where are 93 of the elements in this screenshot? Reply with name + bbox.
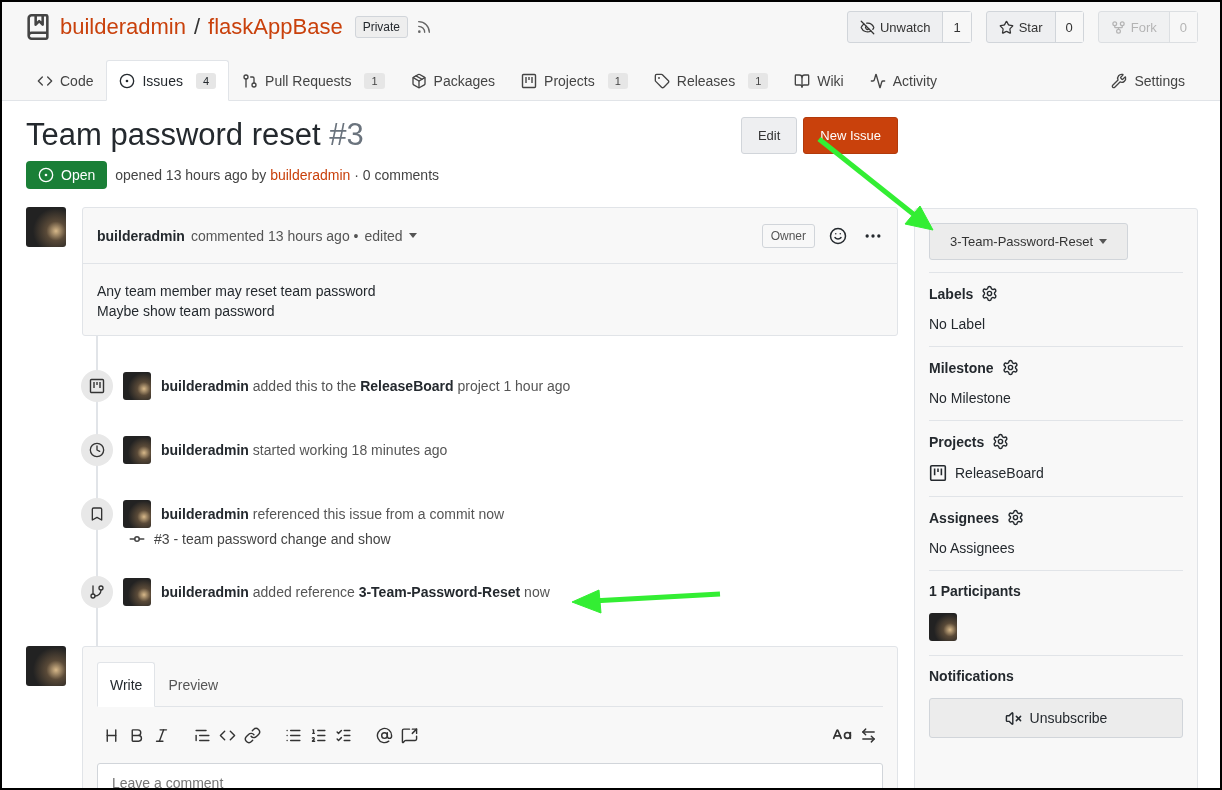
caret-icon xyxy=(408,233,417,238)
count-button[interactable]: 1 xyxy=(942,12,971,42)
board-icon xyxy=(521,72,538,89)
swap-icon[interactable] xyxy=(860,726,877,744)
link-icon[interactable] xyxy=(244,726,261,744)
comment-field[interactable]: Leave a comment xyxy=(97,763,883,788)
count-button[interactable]: 0 xyxy=(1054,12,1083,42)
timeline-event: builderadmin added this to the ReleaseBoard project 1 hour ago xyxy=(161,378,571,394)
nav-tab[interactable]: Issues 4 xyxy=(106,60,230,101)
author-link[interactable]: builderadmin xyxy=(270,167,351,183)
section-title: Notifications xyxy=(929,668,1014,684)
nav-tab[interactable]: Activity xyxy=(856,60,951,101)
owner-link[interactable]: builderadmin xyxy=(60,14,186,40)
numbered-list-icon[interactable] xyxy=(310,726,327,744)
owner-label: Owner xyxy=(761,223,815,248)
avatar-photo xyxy=(26,646,66,686)
book-icon xyxy=(794,72,811,89)
section-title: Labels xyxy=(929,285,974,302)
timeline-event: builderadmin added reference 3-Team-Password-Reset now xyxy=(161,584,550,600)
branch-dropdown[interactable]: 3-Team-Password-Reset xyxy=(929,223,1129,260)
rss-icon[interactable] xyxy=(416,19,432,35)
section-value: No Milestone xyxy=(929,390,1011,406)
issue-title: Team password reset #3 xyxy=(26,117,364,153)
comment-text: Maybe show team password xyxy=(97,302,276,321)
branch-icon xyxy=(89,584,105,600)
project-link[interactable]: ReleaseBoard xyxy=(955,465,1044,481)
wrench-icon xyxy=(1111,72,1128,89)
board-icon xyxy=(929,464,947,482)
nav-tab[interactable]: Pull Requests 1 xyxy=(229,60,398,101)
section-title: 1 Participants xyxy=(929,583,1021,599)
watch-button[interactable]: Unwatch xyxy=(847,12,943,42)
tab-count: 1 xyxy=(364,72,385,89)
visibility-label: Private xyxy=(354,16,408,38)
bookmark-icon xyxy=(89,506,105,522)
settings-icon[interactable] xyxy=(992,433,1010,450)
emoji-icon[interactable] xyxy=(829,226,847,245)
mute-icon xyxy=(1004,709,1022,727)
tab-count: 1 xyxy=(607,72,628,89)
avatar-photo xyxy=(123,578,151,606)
unsubscribe-button[interactable]: Unsubscribe xyxy=(929,698,1183,738)
comment-text: Any team member may reset team password xyxy=(97,282,377,301)
fork-icon xyxy=(1110,19,1126,35)
avatar-photo xyxy=(26,207,66,247)
repo-icon xyxy=(24,13,52,41)
timeline-event: builderadmin started working 18 minutes ago xyxy=(161,442,448,458)
path-separator: / xyxy=(193,14,201,40)
mention-icon[interactable] xyxy=(376,726,393,744)
section-title: Milestone xyxy=(929,359,994,376)
editor-tab[interactable]: Write xyxy=(97,662,156,707)
star-button[interactable]: Star xyxy=(986,12,1055,42)
nav-tab[interactable]: Packages xyxy=(397,60,509,101)
repo-link[interactable]: flaskAppBase xyxy=(208,14,343,40)
section-title: Projects xyxy=(929,433,985,450)
avatar-photo xyxy=(123,436,151,464)
comment-meta: commented 13 hours ago • xyxy=(190,227,359,244)
tag-icon xyxy=(653,72,670,89)
board-icon xyxy=(89,378,105,394)
pull-request-icon xyxy=(242,72,259,89)
nav-tab[interactable]: Settings xyxy=(1098,60,1198,101)
nav-tab[interactable]: Releases 1 xyxy=(640,60,782,101)
settings-icon[interactable] xyxy=(1007,509,1025,526)
settings-icon[interactable] xyxy=(1001,359,1019,376)
nav-tab[interactable]: Code xyxy=(24,60,107,101)
clock-icon xyxy=(89,442,105,458)
tab-count: 1 xyxy=(748,72,769,89)
new-issue-button[interactable]: New Issue xyxy=(803,116,898,154)
nav-tab[interactable]: Wiki xyxy=(781,60,857,101)
issue-icon xyxy=(119,72,136,89)
package-icon xyxy=(410,72,427,89)
reference-icon[interactable] xyxy=(401,726,418,744)
avatar-photo xyxy=(929,613,957,641)
tab-count: 4 xyxy=(195,72,217,89)
pulse-icon xyxy=(869,72,886,89)
timeline-event: builderadmin referenced this issue from a commit now xyxy=(161,506,505,522)
section-value: No Assignees xyxy=(929,540,1015,556)
caret-icon xyxy=(1099,239,1108,244)
avatar-photo xyxy=(123,372,151,400)
italic-icon[interactable] xyxy=(153,726,170,744)
settings-icon[interactable] xyxy=(981,285,999,302)
star-icon xyxy=(998,19,1014,35)
nav-tab[interactable]: Projects 1 xyxy=(508,60,641,101)
status-badge: Open xyxy=(26,161,108,189)
issue-icon xyxy=(38,167,54,183)
issue-meta: opened 13 hours ago by builderadmin · 0 comments xyxy=(115,167,440,183)
avatar-photo xyxy=(123,500,151,528)
comment-author[interactable]: builderadmin xyxy=(97,227,185,244)
editor-tab[interactable]: Preview xyxy=(155,662,232,707)
section-value: No Label xyxy=(929,316,986,332)
commit-message[interactable]: #3 - team password change and show xyxy=(154,531,391,547)
eye-slash-icon xyxy=(859,19,875,35)
edited-dropdown[interactable]: edited xyxy=(364,227,403,244)
section-title: Assignees xyxy=(929,509,1000,526)
edit-button[interactable]: Edit xyxy=(740,116,798,154)
